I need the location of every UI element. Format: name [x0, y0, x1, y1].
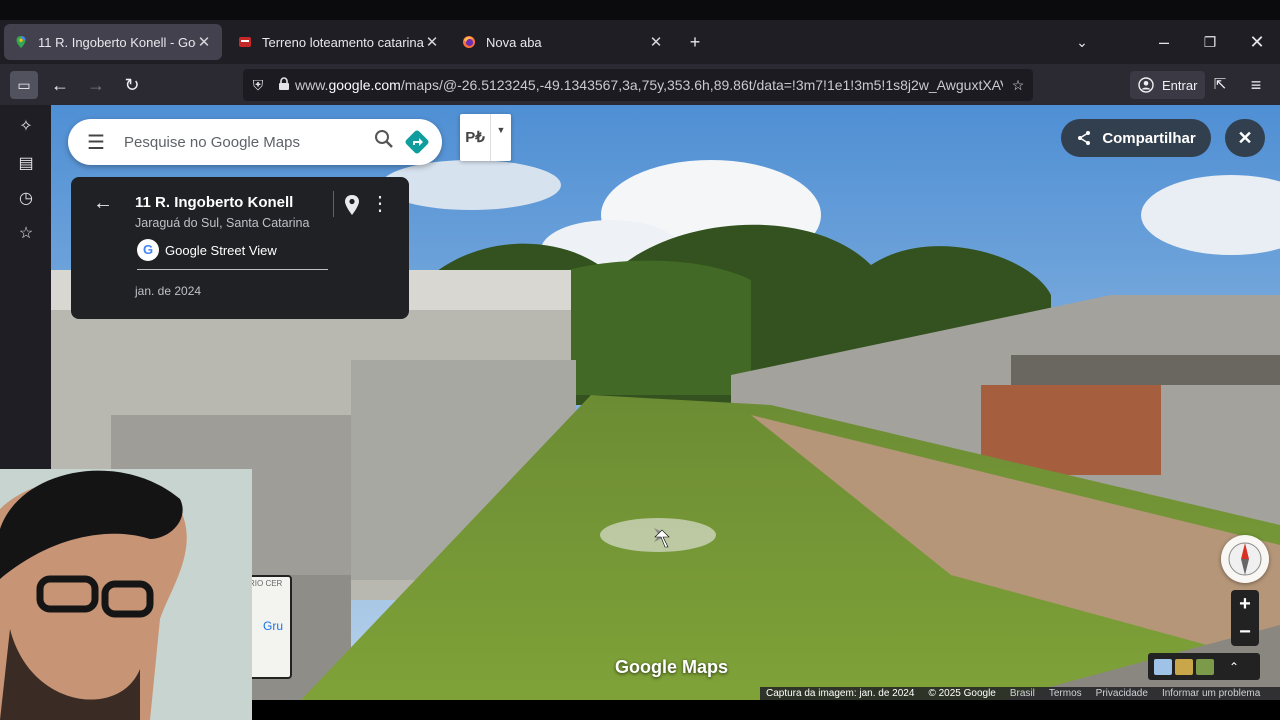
- menu-icon[interactable]: ≡: [1242, 71, 1270, 99]
- lock-icon[interactable]: [273, 76, 295, 94]
- minimap-place-label: Gru: [263, 619, 284, 633]
- layer-switcher-button[interactable]: P₺ ▼: [460, 114, 511, 161]
- extensions-icon[interactable]: ⇱: [1206, 71, 1234, 99]
- webcam-feed: [0, 469, 252, 720]
- sidebar-toggle-icon[interactable]: ▭: [10, 71, 38, 99]
- tab-nova-aba[interactable]: Nova aba ✕: [452, 24, 674, 60]
- star-icon[interactable]: ☆: [1003, 77, 1033, 94]
- divider: [137, 269, 328, 270]
- thumbnail[interactable]: [1154, 658, 1172, 675]
- site-favicon: [239, 37, 251, 47]
- google-logo-icon: G: [137, 239, 159, 261]
- layer-icon: P₺: [465, 129, 485, 146]
- restore-icon[interactable]: ❐: [1198, 30, 1222, 54]
- bookmarks-icon[interactable]: ☆: [13, 221, 39, 247]
- search-input[interactable]: Pesquise no Google Maps: [124, 134, 364, 151]
- tab-terreno[interactable]: Terreno loteamento catarina de lote ✕: [228, 24, 450, 60]
- thumbnail[interactable]: [1175, 658, 1193, 675]
- report-problem-link[interactable]: Informar um problema: [1162, 688, 1260, 699]
- close-window-icon[interactable]: ✕: [1245, 30, 1269, 54]
- back-arrow-icon[interactable]: ←: [93, 193, 113, 213]
- terms-link[interactable]: Termos: [1049, 688, 1082, 699]
- share-button[interactable]: Compartilhar: [1061, 119, 1211, 157]
- maps-favicon: [16, 36, 26, 48]
- zoom-in-button[interactable]: +: [1231, 590, 1259, 618]
- street-view-provider[interactable]: G Google Street View: [137, 239, 277, 261]
- address-title[interactable]: 11 R. Ingoberto Konell: [135, 194, 293, 211]
- account-icon: [1138, 77, 1154, 93]
- expand-icon[interactable]: ⌃: [1229, 660, 1239, 674]
- more-icon[interactable]: ⋮: [370, 193, 390, 215]
- shield-icon[interactable]: ⛨: [243, 77, 273, 94]
- capture-info: Captura da imagem: jan. de 2024: [766, 688, 915, 699]
- ai-sparkle-icon[interactable]: ✧: [13, 114, 39, 140]
- back-icon[interactable]: ←: [46, 71, 74, 99]
- divider: [333, 191, 334, 217]
- signin-label: Entrar: [1162, 77, 1198, 93]
- signin-button[interactable]: Entrar: [1130, 71, 1206, 99]
- share-icon: [1078, 131, 1091, 145]
- webcam-overlay: [0, 469, 252, 720]
- url-text[interactable]: www.google.com/maps/@-26.5123245,-49.134…: [295, 77, 1003, 93]
- copyright: © 2025 Google: [928, 688, 996, 699]
- tab-title: Nova aba: [486, 34, 542, 50]
- minimap[interactable]: RIO CER Gru: [245, 575, 292, 679]
- hamburger-menu-icon[interactable]: ☰: [68, 130, 124, 155]
- navigation-bar: ▭ ← → ↻ ⛨ www.google.com/maps/@-26.51232…: [0, 64, 1280, 105]
- chevron-down-icon[interactable]: ⌄: [1070, 30, 1094, 54]
- search-icon[interactable]: [364, 129, 404, 155]
- capture-date[interactable]: jan. de 2024: [135, 284, 201, 298]
- close-icon[interactable]: ✕: [196, 33, 212, 51]
- google-maps-logo: Google Maps: [615, 657, 729, 677]
- thumbnail[interactable]: [1196, 658, 1214, 675]
- country-link[interactable]: Brasil: [1010, 688, 1035, 699]
- close-icon[interactable]: ✕: [648, 33, 664, 51]
- firefox-icon: [463, 36, 475, 48]
- zoom-controls: + −: [1231, 590, 1259, 646]
- tab-title: Terreno loteamento catarina de lote: [262, 34, 424, 50]
- tab-strip: 11 R. Ingoberto Konell - Google Maps ✕ T…: [0, 20, 1280, 64]
- location-card: ← 11 R. Ingoberto Konell Jaraguá do Sul,…: [71, 177, 409, 319]
- plus-icon[interactable]: +: [683, 30, 707, 54]
- synced-tabs-icon[interactable]: ▤: [13, 151, 39, 177]
- reload-icon[interactable]: ↻: [118, 71, 146, 99]
- compass-icon[interactable]: [1221, 535, 1269, 583]
- tab-title: 11 R. Ingoberto Konell - Google Maps: [38, 34, 196, 50]
- tab-google-maps[interactable]: 11 R. Ingoberto Konell - Google Maps ✕: [4, 24, 222, 60]
- share-label: Compartilhar: [1102, 129, 1196, 147]
- chevron-down-icon[interactable]: ▼: [490, 114, 511, 161]
- forward-icon[interactable]: →: [82, 71, 110, 99]
- provider-label: Google Street View: [165, 242, 277, 258]
- history-icon[interactable]: ◷: [13, 186, 39, 212]
- minimize-icon[interactable]: –: [1152, 30, 1176, 54]
- attribution-bar: Captura da imagem: jan. de 2024 © 2025 G…: [760, 687, 1280, 700]
- directions-icon[interactable]: [404, 129, 430, 155]
- city-label: Jaraguá do Sul, Santa Catarina: [135, 216, 310, 230]
- imagery-thumbnails: ⌃: [1148, 653, 1260, 680]
- url-bar[interactable]: ⛨ www.google.com/maps/@-26.5123245,-49.1…: [243, 69, 1033, 101]
- minimap-road-label: RIO CER: [249, 579, 283, 588]
- pin-icon[interactable]: [343, 194, 361, 216]
- close-icon[interactable]: ✕: [424, 33, 440, 51]
- zoom-out-button[interactable]: −: [1231, 618, 1259, 646]
- close-street-view-button[interactable]: ✕: [1225, 119, 1265, 157]
- privacy-link[interactable]: Privacidade: [1096, 688, 1148, 699]
- search-box[interactable]: ☰ Pesquise no Google Maps: [68, 119, 442, 165]
